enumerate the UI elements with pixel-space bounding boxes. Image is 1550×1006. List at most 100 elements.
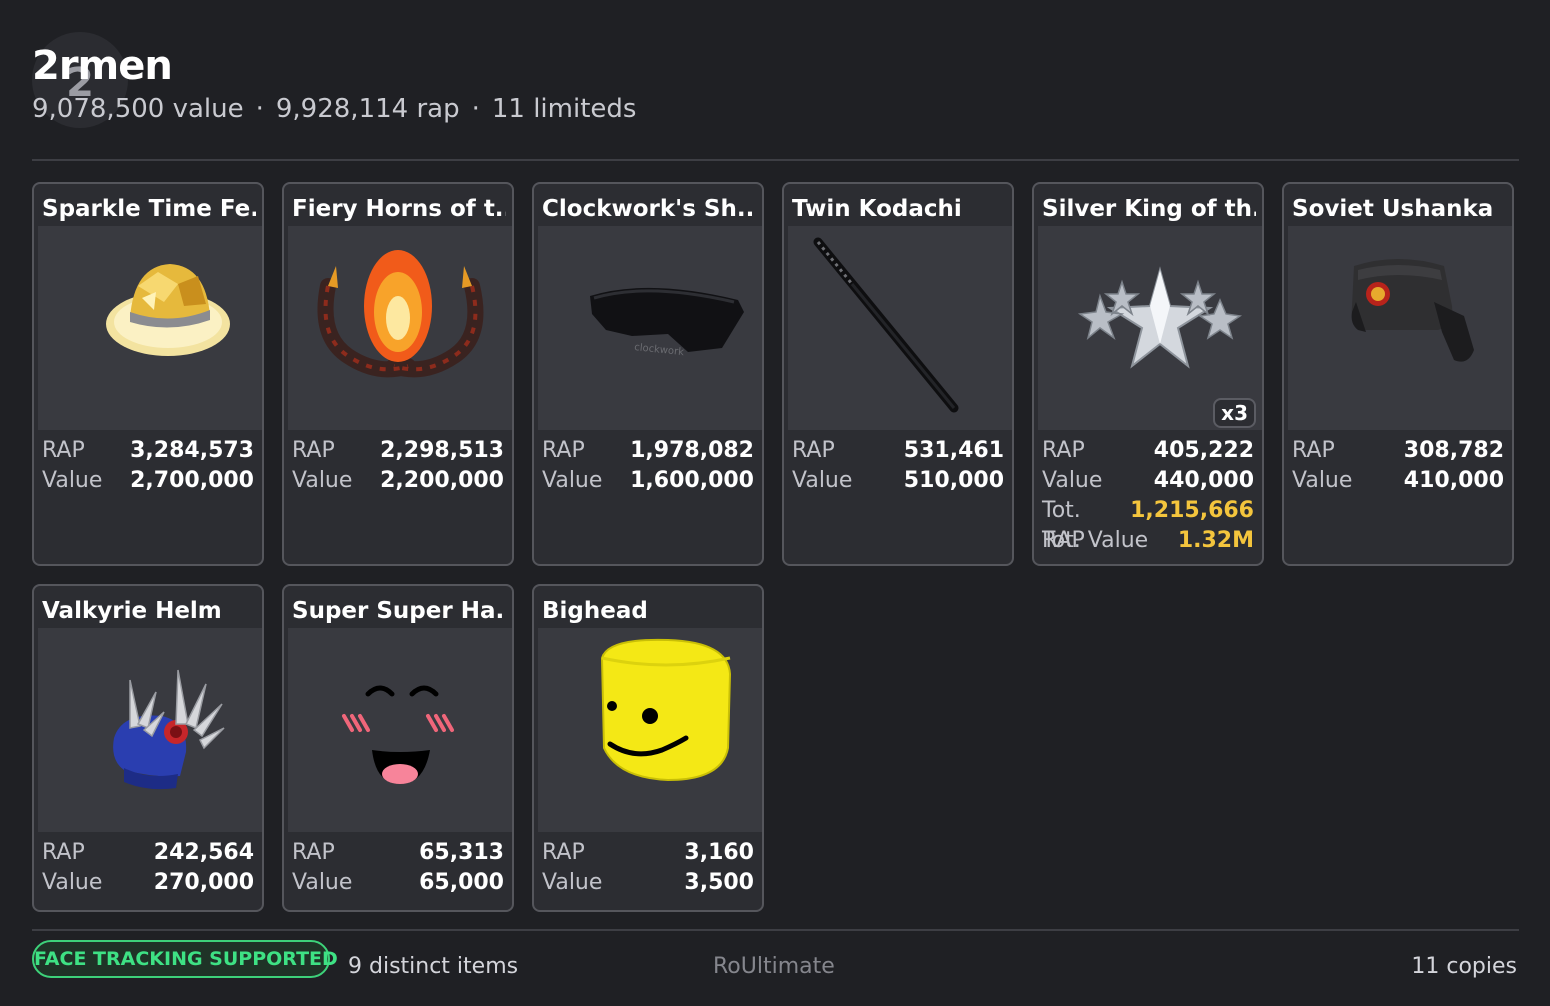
- total-rap-row: Tot. RAP 1,215,666: [1042, 496, 1254, 553]
- clockwork-shades-icon: clockwork: [590, 287, 744, 358]
- item-title: Fiery Horns of t...: [292, 196, 506, 222]
- rap-value: 531,461: [903, 438, 1004, 463]
- value-row: Value 510,000: [792, 466, 1004, 496]
- item-title: Bighead: [542, 598, 648, 624]
- value-value: 1,600,000: [630, 468, 754, 493]
- value-label: Value: [42, 468, 103, 493]
- item-thumbnail: [288, 628, 512, 832]
- rap-row: RAP 405,222: [1042, 436, 1254, 466]
- rap-row: RAP 531,461: [792, 436, 1004, 466]
- rap-label: RAP: [42, 840, 85, 865]
- item-card[interactable]: Clockwork's Sh... clockwork RAP 1,978,08…: [532, 182, 764, 566]
- valkyrie-helm-icon: [113, 669, 225, 790]
- item-thumbnail: [1288, 226, 1512, 430]
- rap-row: RAP 1,978,082: [542, 436, 754, 466]
- rap-value: 242,564: [153, 840, 254, 865]
- value-value: 440,000: [1153, 468, 1254, 493]
- rap-label: RAP: [542, 438, 585, 463]
- item-title: Twin Kodachi: [792, 196, 962, 222]
- separator-dot: ·: [471, 94, 480, 124]
- item-thumbnail: [538, 628, 762, 832]
- total-rap: 9,928,114 rap: [275, 94, 460, 124]
- value-label: Value: [542, 468, 603, 493]
- rap-label: RAP: [42, 438, 85, 463]
- item-card[interactable]: Bighead RAP 3,160 Value 3,500: [532, 584, 764, 912]
- item-card[interactable]: Valkyrie Helm RAP 242,564 Value 270,000: [32, 584, 264, 912]
- sparkle-time-fedora-icon: [106, 264, 230, 356]
- brand-label: RoUltimate: [713, 954, 835, 979]
- value-label: Value: [542, 870, 603, 895]
- rap-value: 405,222: [1153, 438, 1254, 463]
- soviet-ushanka-icon: [1351, 259, 1474, 362]
- header-divider: [32, 159, 1519, 161]
- rap-row: RAP 3,160: [542, 838, 754, 868]
- value-value: 3,500: [684, 870, 754, 895]
- rap-value: 1,978,082: [630, 438, 754, 463]
- total-value-row: Tot. Value 1.32M: [1042, 526, 1254, 556]
- rap-label: RAP: [1292, 438, 1335, 463]
- item-card[interactable]: Silver King of th... x3 RAP 405,222 Valu…: [1032, 182, 1264, 566]
- quantity-badge: x3: [1213, 398, 1256, 428]
- rap-value: 3,284,573: [130, 438, 254, 463]
- profile-stats: 9,078,500 value · 9,928,114 rap · 11 lim…: [32, 92, 636, 126]
- rap-label: RAP: [1042, 438, 1085, 463]
- item-card[interactable]: Sparkle Time Fe... RAP 3,284,573 Value 2…: [32, 182, 264, 566]
- item-card[interactable]: Super Super Ha... RAP 65,313 Value 65,00…: [282, 584, 514, 912]
- item-title: Clockwork's Sh...: [542, 196, 756, 222]
- value-label: Value: [292, 870, 353, 895]
- value-row: Value 440,000: [1042, 466, 1254, 496]
- value-row: Value 1,600,000: [542, 466, 754, 496]
- rap-value: 2,298,513: [380, 438, 504, 463]
- rap-value: 65,313: [419, 840, 504, 865]
- value-row: Value 410,000: [1292, 466, 1504, 496]
- item-thumbnail: [38, 628, 262, 832]
- value-label: Value: [1042, 468, 1103, 493]
- rap-row: RAP 308,782: [1292, 436, 1504, 466]
- value-value: 510,000: [903, 468, 1004, 493]
- face-tracking-badge: FACE TRACKING SUPPORTED: [32, 940, 338, 978]
- total-value-value: 1.32M: [1177, 528, 1254, 553]
- value-value: 410,000: [1403, 468, 1504, 493]
- item-thumbnail: x3: [1038, 226, 1262, 430]
- item-thumbnail: [788, 226, 1012, 430]
- item-card[interactable]: Fiery Horns of t... RAP 2,298,513 Value …: [282, 182, 514, 566]
- rap-label: RAP: [792, 438, 835, 463]
- rap-label: RAP: [292, 438, 335, 463]
- bighead-icon: [600, 638, 732, 782]
- value-label: Value: [292, 468, 353, 493]
- item-title: Sparkle Time Fe...: [42, 196, 256, 222]
- value-row: Value 65,000: [292, 868, 504, 898]
- rap-value: 3,160: [684, 840, 754, 865]
- copies-count: 11 copies: [1411, 954, 1517, 979]
- footer-divider: [32, 929, 1519, 931]
- item-card[interactable]: Soviet Ushanka RAP 308,782 Value 410,000: [1282, 182, 1514, 566]
- value-row: Value 2,700,000: [42, 466, 254, 496]
- value-label: Value: [42, 870, 103, 895]
- rap-value: 308,782: [1403, 438, 1504, 463]
- item-card[interactable]: Twin Kodachi RAP 531,461 Value 510,000: [782, 182, 1014, 566]
- item-title: Silver King of th...: [1042, 196, 1256, 222]
- distinct-items-count: 9 distinct items: [348, 954, 519, 979]
- value-value: 270,000: [153, 870, 254, 895]
- rap-row: RAP 3,284,573: [42, 436, 254, 466]
- value-row: Value 2,200,000: [292, 466, 504, 496]
- value-row: Value 3,500: [542, 868, 754, 898]
- rap-label: RAP: [292, 840, 335, 865]
- rap-row: RAP 2,298,513: [292, 436, 504, 466]
- value-value: 2,700,000: [130, 468, 254, 493]
- value-value: 65,000: [419, 870, 504, 895]
- item-title: Soviet Ushanka: [1292, 196, 1494, 222]
- value-label: Value: [792, 468, 853, 493]
- item-thumbnail: [288, 226, 512, 430]
- rap-row: RAP 65,313: [292, 838, 504, 868]
- rap-row: RAP 242,564: [42, 838, 254, 868]
- twin-kodachi-icon: [813, 237, 959, 413]
- item-title: Valkyrie Helm: [42, 598, 222, 624]
- username: 2rmen: [32, 43, 173, 89]
- total-rap-label: Tot. RAP: [1042, 498, 1085, 553]
- rap-label: RAP: [542, 840, 585, 865]
- limiteds-count: 11 limiteds: [491, 94, 637, 124]
- value-row: Value 270,000: [42, 868, 254, 898]
- item-thumbnail: clockwork: [538, 226, 762, 430]
- total-rap-value: 1,215,666: [1130, 498, 1254, 523]
